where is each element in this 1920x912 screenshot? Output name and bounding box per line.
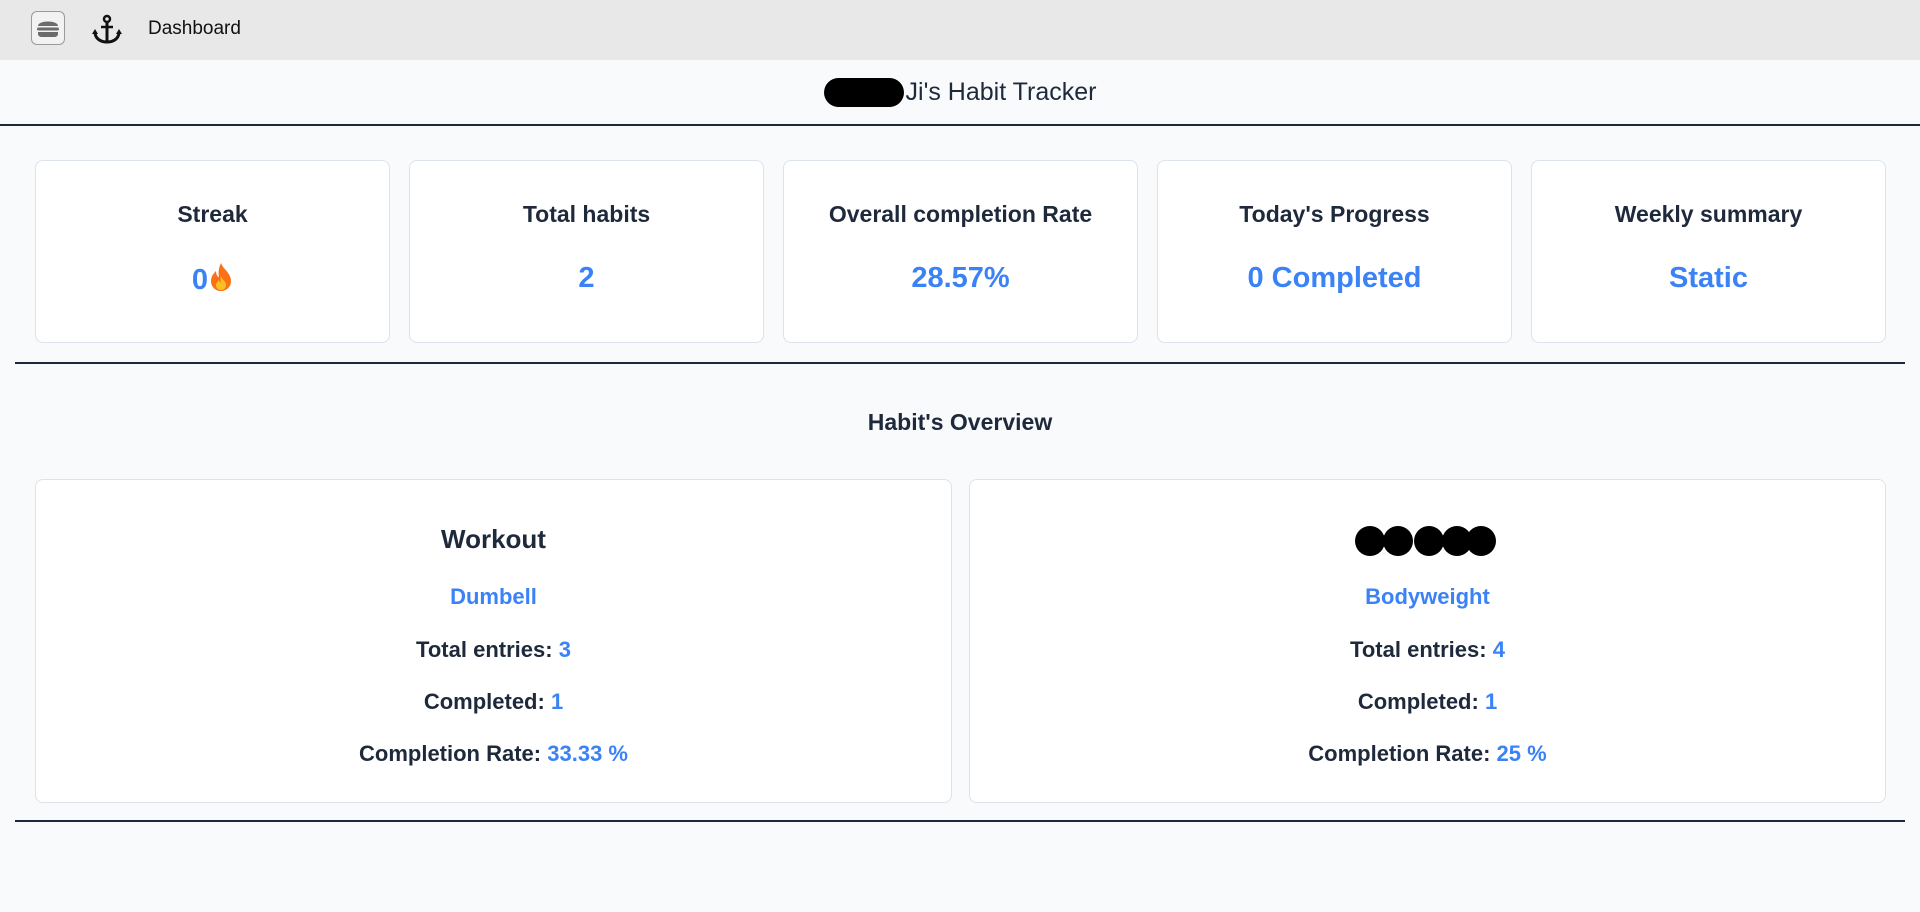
stat-card-todays-progress: Today's Progress 0 Completed [1157, 160, 1512, 343]
brand-link[interactable]: Dashboard [148, 18, 241, 40]
total-entries-value: 4 [1492, 637, 1505, 662]
stat-label: Total habits [522, 201, 651, 227]
stat-card-completion-rate: Overall completion Rate 28.57% [783, 160, 1138, 343]
completion-rate-row: Completion Rate: 33.33 % [359, 741, 628, 766]
top-navbar: Dashboard [0, 0, 1920, 60]
habit-type: Dumbell [450, 584, 537, 609]
hamburger-menu-button[interactable] [31, 11, 65, 45]
completed-value: 1 [1484, 689, 1498, 714]
total-entries-row: Total entries: 3 [416, 637, 571, 662]
stat-card-total-habits: Total habits 2 [409, 160, 764, 343]
completed-row: Completed: 1 [1357, 689, 1498, 714]
total-entries-row: Total entries: 4 [1350, 637, 1505, 662]
habit-type: Bodyweight [1365, 584, 1490, 609]
habit-card-bodyweight: Bodyweight Total entries: 4 Completed: 1… [969, 479, 1886, 803]
completion-rate-value: 33.33 % [547, 741, 628, 766]
stat-value: 2 [578, 262, 595, 294]
total-entries-value: 3 [558, 637, 571, 662]
completion-rate-row: Completion Rate: 25 % [1308, 741, 1547, 766]
redacted-habit-name [970, 524, 1885, 558]
stat-card-streak: Streak 0 [35, 160, 390, 343]
stat-value: 0 Completed [1247, 262, 1422, 294]
habit-name: Workout [441, 524, 546, 554]
stat-label: Streak [177, 201, 248, 227]
page-title: Ji's Habit Tracker [905, 77, 1097, 106]
completed-row: Completed: 1 [423, 689, 564, 714]
stat-value: 0 [191, 264, 209, 296]
stat-value: Static [1669, 262, 1748, 294]
stat-label: Today's Progress [1239, 201, 1430, 227]
stat-label: Overall completion Rate [828, 201, 1093, 227]
section-divider [15, 820, 1905, 822]
stat-label: Weekly summary [1614, 201, 1803, 227]
stat-card-weekly-summary: Weekly summary Static [1531, 160, 1886, 343]
redacted-name [823, 77, 904, 107]
section-title: Habit's Overview [867, 409, 1053, 435]
completion-rate-value: 25 % [1496, 741, 1547, 766]
habit-card-workout: Workout Dumbell Total entries: 3 Complet… [35, 479, 952, 803]
hamburger-icon [37, 21, 59, 37]
redaction-dots [1354, 526, 1496, 556]
page-header: Ji's Habit Tracker [0, 60, 1920, 126]
section-divider [15, 362, 1905, 364]
fire-icon [211, 263, 232, 291]
completed-value: 1 [550, 689, 564, 714]
stat-value: 28.57% [911, 262, 1010, 294]
anchor-icon[interactable] [91, 14, 123, 46]
